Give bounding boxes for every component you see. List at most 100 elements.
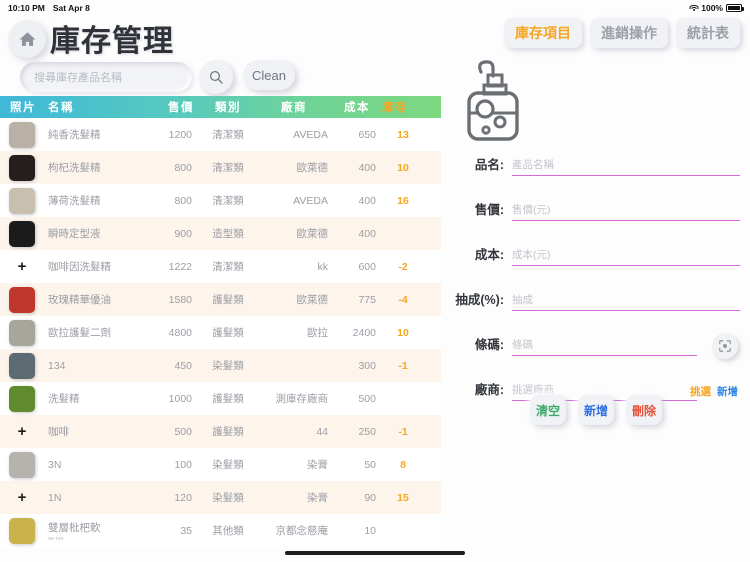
product-name-field[interactable]: 產品名稱 (512, 157, 740, 176)
add-photo-icon[interactable]: + (18, 490, 27, 505)
table-row[interactable]: 洗髮精 1000 護髮類 測庫存廠商 500 (0, 382, 441, 415)
cell-price: 800 (174, 161, 192, 174)
table-row[interactable]: 純香洗髮精 1200 清潔類 AVEDA 650 13 (0, 118, 441, 151)
table-row[interactable]: 雙層枇杷軟 ne ore 35 其他類 京都念慈庵 10 (0, 514, 441, 547)
cell-stock: -1 (398, 425, 408, 438)
column-header-price: 售價 (168, 102, 194, 114)
status-time: 10:10 PM (8, 3, 45, 13)
product-name: 歐拉護髮二劑 (48, 327, 111, 339)
product-thumbnail[interactable] (9, 220, 35, 247)
cell-photo (0, 121, 44, 148)
barcode-scan-icon (719, 340, 731, 352)
cell-category: 清潔類 (212, 162, 244, 174)
cell-price: 35 (180, 524, 192, 537)
form-row-product-name: 品名: 產品名稱 (440, 148, 740, 176)
product-thumbnail[interactable] (9, 451, 35, 478)
product-thumbnail[interactable] (9, 517, 35, 544)
cell-photo (0, 385, 44, 412)
cell-category: 染髮類 (212, 492, 244, 504)
product-thumbnail[interactable] (9, 121, 35, 148)
label-commission: 抽成(%): (455, 293, 504, 307)
product-name: 1N (48, 491, 62, 504)
cell-photo (0, 154, 44, 181)
cell-photo (0, 517, 44, 544)
add-photo-icon[interactable]: + (18, 424, 27, 439)
cell-photo (0, 319, 44, 346)
cost-field[interactable]: 成本(元) (512, 247, 740, 266)
label-barcode: 條碼: (474, 338, 504, 352)
label-cost: 成本: (474, 248, 504, 262)
table-header-row: 照片 名稱 售價 類別 廠商 成本 庫存 (0, 96, 441, 118)
vendor-add-link[interactable]: 新增 (717, 384, 738, 399)
clear-button[interactable]: 清空 (530, 395, 566, 425)
tab-inventory-items[interactable]: 庫存項目 (504, 18, 582, 48)
cell-vendor: AVEDA (293, 128, 328, 141)
table-row[interactable]: 3N 100 染髮類 染膏 50 8 (0, 448, 441, 481)
column-header-cost: 成本 (344, 102, 370, 114)
cell-vendor: 測庫存廠商 (275, 393, 329, 405)
cell-photo: + (0, 424, 44, 439)
table-row[interactable]: 歐拉護髮二劑 4800 護髮類 歐拉 2400 10 (0, 316, 441, 349)
cell-photo: + (0, 259, 44, 274)
search-button[interactable] (199, 60, 233, 94)
price-field[interactable]: 售價(元) (512, 202, 740, 221)
form-actions: 清空 新增 刪除 (530, 395, 662, 425)
tab-bar: 庫存項目 進銷操作 統計表 (504, 18, 740, 48)
tab-purchase-sales[interactable]: 進銷操作 (590, 18, 668, 48)
cell-vendor: kk (317, 260, 329, 273)
cell-name: 1N (44, 492, 140, 504)
home-icon (19, 31, 35, 46)
delete-button[interactable]: 刪除 (626, 395, 662, 425)
battery-icon (726, 4, 744, 12)
product-name: 咖啡因洗髮精 (48, 261, 111, 273)
search-input[interactable]: 搜尋庫存產品名稱 (20, 62, 192, 92)
cell-vendor: 染膏 (307, 492, 328, 504)
form-row-barcode: 條碼: 條碼 (440, 328, 740, 359)
add-button[interactable]: 新增 (578, 395, 614, 425)
cell-cost: 50 (364, 458, 376, 471)
table-row[interactable]: +1N 120 染髮類 染膏 90 15 (0, 481, 441, 514)
product-form: 品名: 產品名稱 售價: 售價(元) 成本: 成本(元) 抽成(%): 抽成 條碼: 條碼 廠商: 挑… (440, 148, 740, 418)
commission-field[interactable]: 抽成 (512, 292, 740, 311)
cell-name: 枸杞洗髮精 (44, 160, 140, 175)
search-placeholder: 搜尋庫存產品名稱 (34, 72, 122, 84)
table-row[interactable]: + 咖啡因洗髮精 1222 清潔類 kk 600 -2 (0, 250, 441, 283)
cell-category: 護髮類 (212, 327, 244, 339)
cell-vendor: 歐萊德 (296, 228, 329, 240)
label-vendor: 廠商: (474, 383, 504, 397)
inventory-app: 10:10 PM Sat Apr 8 100% 庫存管理 搜尋庫存產品名稱 Cl… (0, 0, 750, 562)
cell-vendor: 歐拉 (307, 327, 328, 339)
vendor-links: 挑選 新增 (690, 384, 738, 399)
product-thumbnail[interactable] (9, 154, 35, 181)
table-row[interactable]: 瞬時定型液 900 造型類 歐萊德 400 (0, 217, 441, 250)
tab-statistics[interactable]: 統計表 (676, 18, 740, 48)
product-thumbnail[interactable] (9, 352, 35, 379)
cell-stock: 13 (397, 128, 409, 141)
cell-cost: 600 (358, 260, 376, 273)
cell-name: 咖啡因洗髮精 (44, 259, 140, 274)
home-button[interactable] (8, 20, 46, 58)
product-thumbnail[interactable] (9, 286, 35, 313)
cell-name: 玫瑰精華優油 (44, 292, 140, 307)
product-thumbnail[interactable] (9, 385, 35, 412)
table-row[interactable]: 枸杞洗髮精 800 清潔類 歐萊德 400 10 (0, 151, 441, 184)
label-product-name: 品名: (474, 158, 504, 172)
table-row[interactable]: 薄荷洗髮精 800 清潔類 AVEDA 400 16 (0, 184, 441, 217)
clean-button[interactable]: Clean (243, 60, 295, 90)
vendor-pick-link[interactable]: 挑選 (690, 384, 711, 399)
column-header-name: 名稱 (48, 102, 74, 114)
product-name: 玫瑰精華優油 (48, 294, 111, 306)
cell-price: 500 (174, 425, 192, 438)
add-photo-icon[interactable]: + (18, 259, 27, 274)
cell-stock: -2 (398, 260, 408, 273)
table-row[interactable]: 玫瑰精華優油 1580 護髮類 歐萊德 775 -4 (0, 283, 441, 316)
barcode-scan-button[interactable] (712, 333, 738, 359)
barcode-field[interactable]: 條碼 (512, 337, 697, 356)
cell-category: 染髮類 (212, 459, 244, 471)
table-row[interactable]: 134 450 染髮類 300 -1 (0, 349, 441, 382)
cell-name: 薄荷洗髮精 (44, 193, 140, 208)
cell-category: 護髮類 (212, 426, 244, 438)
product-thumbnail[interactable] (9, 319, 35, 346)
table-row[interactable]: + 咖啡 500 護髮類 44 250 -1 (0, 415, 441, 448)
product-thumbnail[interactable] (9, 187, 35, 214)
